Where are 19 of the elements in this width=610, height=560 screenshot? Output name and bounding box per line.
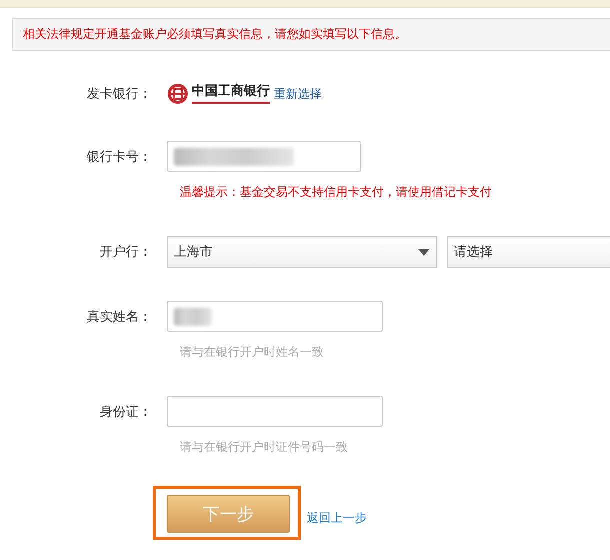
hint-text: 请与在银行开户时证件号码一致 — [180, 439, 349, 456]
notice-text: 相关法律规定开通基金账户必须填写真实信息，请您如实填写以下信息。 — [12, 18, 610, 51]
field-label: 发卡银行： — [87, 86, 152, 103]
input-field[interactable] — [167, 396, 383, 427]
hint-text: 请与在银行开户时姓名一致 — [180, 344, 325, 361]
field-label: 真实姓名： — [87, 308, 152, 326]
field-label: 开户行： — [100, 244, 152, 261]
bank-emblem-icon — [167, 83, 189, 105]
reselect-link[interactable]: 重新选择 — [274, 86, 322, 102]
input-field[interactable] — [167, 141, 361, 172]
hint-text: 温馨提示：基金交易不支持信用卡支付，请使用借记卡支付 — [180, 184, 493, 201]
back-link[interactable]: 返回上一步 — [307, 510, 367, 526]
dropdown[interactable]: 请选择 — [447, 236, 610, 268]
dropdown[interactable]: 上海市 — [167, 236, 437, 268]
field-label: 银行卡号： — [87, 148, 152, 166]
bank-logo: 中国工商银行 — [167, 83, 270, 105]
input-field[interactable] — [167, 301, 383, 332]
blurred-value — [174, 308, 212, 326]
field-label: 身份证： — [100, 404, 152, 420]
